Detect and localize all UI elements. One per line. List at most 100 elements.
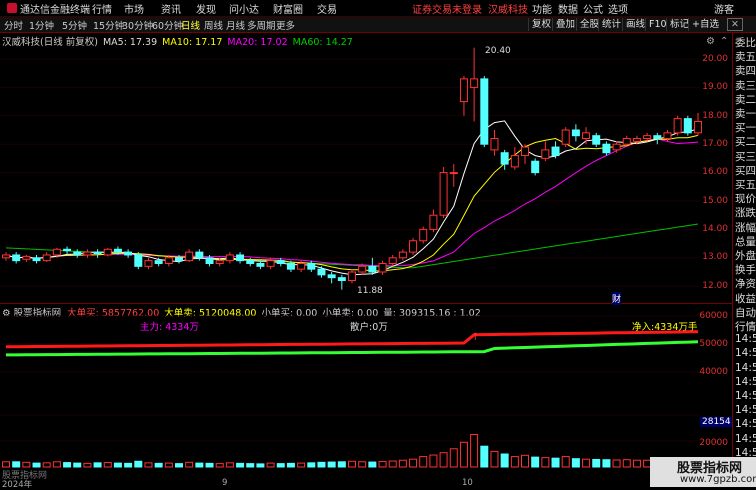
ma60-line — [5, 223, 699, 269]
close-icon[interactable]: ✕ — [727, 18, 743, 31]
period-week[interactable]: 周线 — [204, 18, 223, 32]
period-15min[interactable]: 15分钟 — [93, 18, 124, 32]
menu-xuanxiang[interactable]: 选项 — [608, 1, 628, 16]
ma20-line — [5, 138, 699, 267]
crosshair-value: 28154 — [700, 417, 733, 427]
menu-gongshi[interactable]: 公式 — [583, 1, 603, 16]
price-tick: 13.00 — [702, 252, 728, 262]
candle — [124, 249, 133, 258]
volume-bar — [317, 461, 326, 468]
indicator-chart[interactable]: ↑ — [0, 304, 732, 487]
side-label: 卖四 — [735, 65, 756, 78]
tongji-button[interactable]: 统计 — [598, 18, 624, 31]
volume-bar — [2, 461, 10, 468]
volume-bar — [144, 462, 153, 468]
volume-bar — [113, 462, 122, 468]
volume-bar — [582, 458, 591, 468]
volume-bar — [449, 448, 458, 468]
menu-shichang[interactable]: 市场 — [124, 1, 144, 16]
side-label: 14:5 — [735, 347, 756, 360]
period-more[interactable]: 更多 — [276, 18, 295, 32]
ind-tick: 60000 — [699, 311, 728, 321]
menu-zixun[interactable]: 资讯 — [161, 1, 181, 16]
candle — [409, 237, 418, 255]
volume-bar — [531, 456, 540, 468]
volume-bar — [32, 462, 41, 468]
add-watchlist-button[interactable]: +自选 — [688, 18, 722, 31]
side-label: 卖二 — [735, 93, 756, 106]
side-label: 14:5 — [735, 404, 756, 417]
volume-bar — [419, 456, 428, 468]
volume-bar — [307, 462, 316, 468]
menu-jiaoyi[interactable]: 交易 — [317, 1, 337, 16]
side-label: 买一 — [735, 122, 756, 135]
period-day[interactable]: 日线 — [181, 18, 200, 32]
period-1min[interactable]: 1分钟 — [29, 18, 54, 32]
candle — [337, 274, 346, 290]
candle — [378, 260, 387, 275]
guest-label[interactable]: 游客 — [714, 1, 734, 16]
candle — [185, 249, 194, 263]
side-label: 外盘 — [735, 250, 756, 262]
kline-chart[interactable] — [0, 45, 732, 303]
volume-bar — [124, 462, 133, 468]
period-month[interactable]: 月线 — [226, 18, 245, 32]
volume-bar — [459, 441, 468, 468]
candle — [83, 249, 92, 258]
candle — [134, 252, 143, 270]
volume-bar — [266, 462, 275, 468]
period-60min[interactable]: 60分钟 — [152, 18, 183, 32]
volume-bar — [561, 456, 570, 468]
price-tick: 19.00 — [702, 82, 728, 92]
candle — [348, 269, 356, 284]
volume-bar — [348, 460, 356, 468]
fuquan-button[interactable]: 复权 — [528, 18, 554, 31]
volume-bar — [12, 461, 21, 468]
app-logo-icon — [7, 3, 17, 13]
volume-bar — [409, 458, 418, 468]
candle — [429, 209, 438, 233]
diejia-button[interactable]: 叠加 — [552, 18, 578, 31]
volume-bar — [388, 460, 397, 468]
vol-tick: 20000 — [699, 438, 728, 448]
high-label: 20.40 — [485, 46, 511, 56]
candle — [490, 130, 499, 156]
candle — [103, 247, 112, 257]
volume-bar — [256, 463, 265, 468]
volume-bar — [429, 454, 438, 468]
candle — [225, 252, 234, 264]
side-label: 14:5 — [735, 375, 756, 388]
period-fenshi[interactable]: 分时 — [4, 18, 23, 32]
candle — [368, 257, 377, 275]
login-status[interactable]: 证券交易未登录 — [412, 1, 482, 16]
candle — [500, 149, 509, 170]
volume-bar — [73, 462, 82, 468]
side-label: 14:5 — [735, 390, 756, 402]
menu-shuju[interactable]: 数据 — [558, 1, 578, 16]
candle — [93, 249, 102, 258]
period-30min[interactable]: 30分钟 — [122, 18, 153, 32]
volume-bar — [93, 462, 102, 468]
price-tick: 15.00 — [702, 196, 728, 206]
side-label: 总量 — [735, 235, 756, 248]
volume-bar — [42, 462, 51, 468]
side-label: 涨幅 — [735, 221, 756, 234]
period-toolbar: 分时 1分钟 5分钟 15分钟 30分钟 60分钟 日线 周线 月线 多周期 更… — [0, 17, 756, 33]
volume-bar — [500, 453, 509, 468]
period-multi[interactable]: 多周期 — [247, 18, 276, 32]
candle — [22, 254, 31, 263]
ind-tick: 40000 — [699, 367, 728, 377]
menu-hangqing[interactable]: 行情 — [92, 1, 112, 16]
menu-faxian[interactable]: 发现 — [196, 1, 216, 16]
menu-wenxiaoda[interactable]: 问小达 — [229, 1, 259, 16]
volume-bar — [327, 461, 336, 468]
candle — [582, 127, 591, 145]
menu-gongneng[interactable]: 功能 — [532, 1, 552, 16]
period-5min[interactable]: 5分钟 — [62, 18, 87, 32]
side-label: 14:5 — [735, 432, 756, 445]
side-label: 现价 — [735, 193, 756, 206]
side-label: 收益 — [735, 292, 756, 305]
watermark-url: www.7gpzb.com — [680, 474, 756, 485]
side-label: 行情 — [735, 321, 756, 333]
menu-caifuquan[interactable]: 财富圈 — [273, 1, 303, 16]
